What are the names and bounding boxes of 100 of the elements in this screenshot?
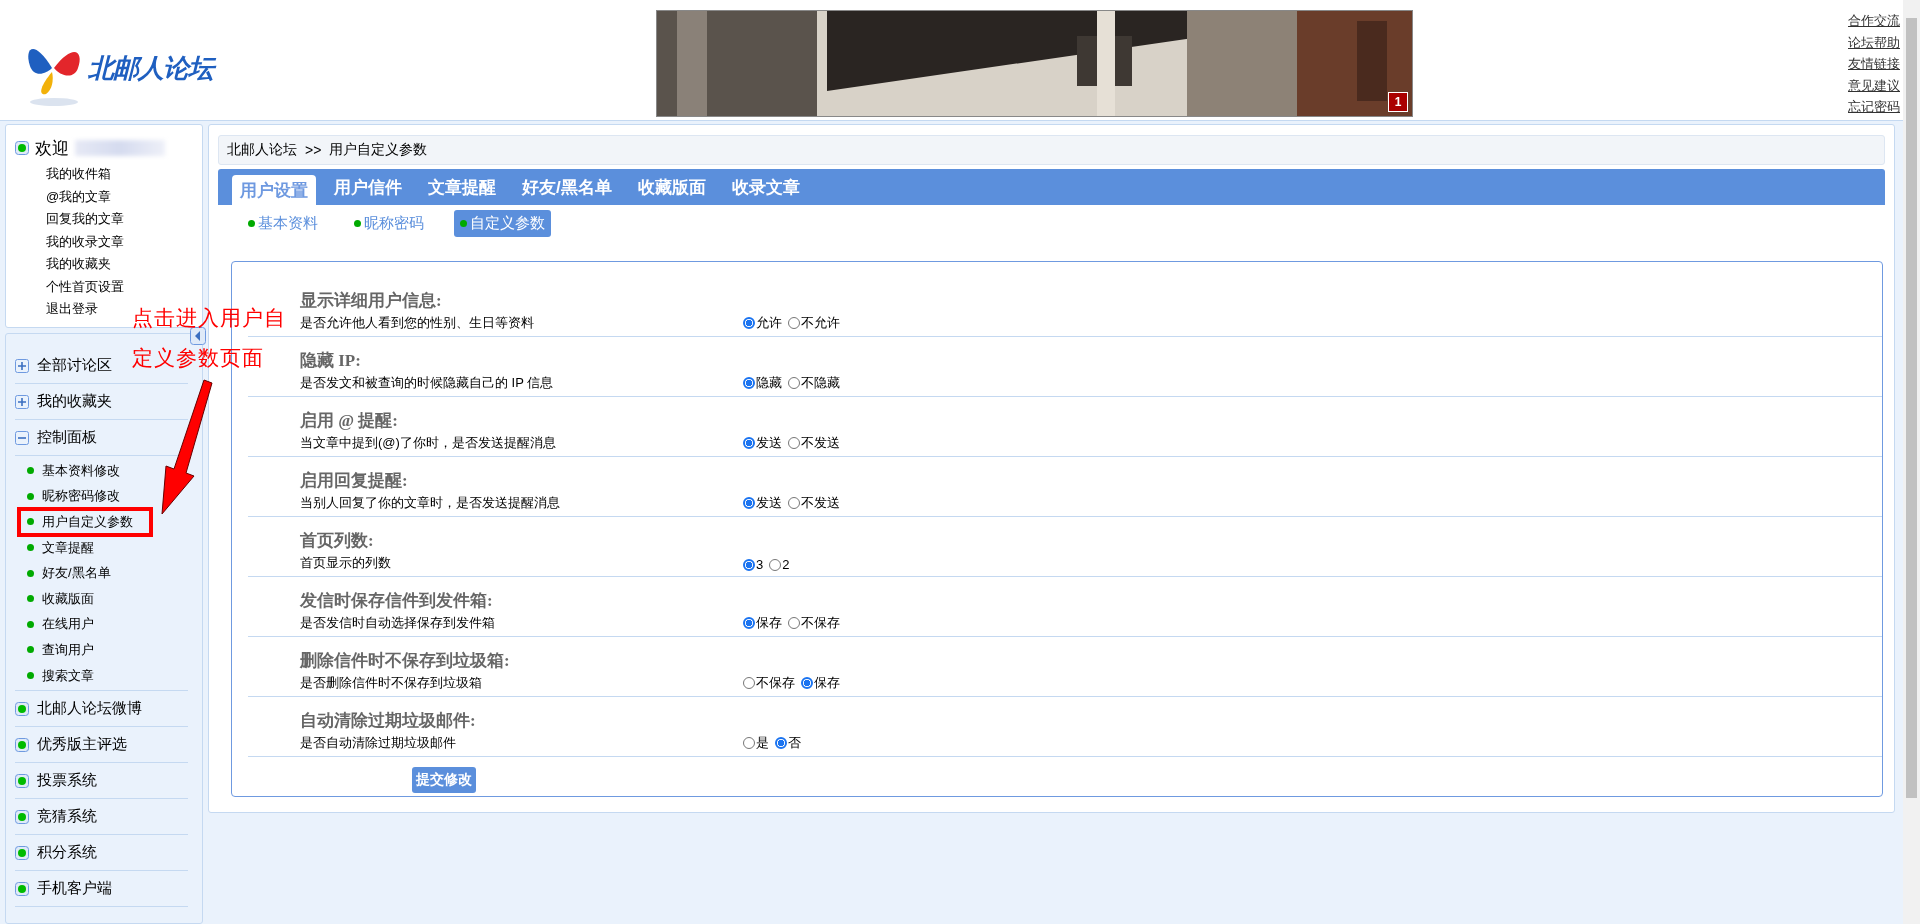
setting-description: 是否删除信件时不保存到垃圾箱: [300, 674, 483, 692]
header-link[interactable]: 论坛帮助: [1848, 31, 1900, 53]
welcome-link[interactable]: 退出登录: [46, 298, 98, 321]
radio-option[interactable]: 不发送: [788, 434, 840, 452]
setting-title: 自动清除过期垃圾邮件:: [300, 710, 477, 732]
sidebar-section[interactable]: 投票系统: [37, 771, 97, 791]
welcome-link[interactable]: 我的收件箱: [46, 163, 111, 186]
radio-option[interactable]: 否: [775, 734, 801, 752]
setting-title: 发信时保存信件到发件箱:: [300, 590, 494, 612]
header-link[interactable]: 忘记密码: [1848, 96, 1900, 118]
radio-icon[interactable]: [743, 317, 755, 329]
sidebar-section[interactable]: 北邮人论坛微博: [37, 699, 142, 719]
scrollbar[interactable]: [1903, 0, 1920, 924]
bullet-icon: [15, 773, 29, 788]
sidebar-item[interactable]: 昵称密码修改: [19, 483, 151, 510]
radio-option[interactable]: 保存: [801, 674, 840, 692]
sidebar-section[interactable]: 手机客户端: [37, 879, 112, 899]
bullet-icon: [27, 544, 34, 552]
bullet-icon: [27, 620, 34, 628]
header-link[interactable]: 友情链接: [1848, 53, 1900, 75]
radio-option[interactable]: 不隐藏: [788, 374, 840, 392]
radio-option[interactable]: 不保存: [788, 614, 840, 632]
bullet-icon: [15, 701, 29, 716]
setting-description: 是否允许他人看到您的性别、生日等资料: [300, 314, 535, 332]
sidebar-section[interactable]: 积分系统: [37, 843, 97, 863]
bullet-icon: [27, 492, 34, 500]
radio-icon[interactable]: [801, 677, 813, 689]
bullet-icon: [27, 595, 34, 603]
setting-title: 删除信件时不保存到垃圾箱:: [300, 650, 511, 672]
collapse-sidebar-icon[interactable]: [190, 327, 206, 345]
sidebar-item[interactable]: 在线用户: [19, 611, 151, 638]
setting-description: 当别人回复了你的文章时，是否发送提醒消息: [300, 494, 561, 512]
sidebar-section[interactable]: 控制面板: [37, 428, 97, 447]
sidebar-item[interactable]: 好友/黑名单: [19, 560, 151, 586]
radio-icon[interactable]: [743, 617, 755, 629]
radio-icon[interactable]: [788, 497, 800, 509]
welcome-link[interactable]: 我的收藏夹: [46, 253, 111, 276]
setting-description: 是否自动清除过期垃圾邮件: [300, 734, 457, 752]
sidebar-section[interactable]: 全部讨论区: [37, 356, 112, 375]
setting-description: 是否发文和被查询的时候隐藏自己的 IP 信息: [300, 374, 555, 392]
sidebar-item[interactable]: 用户自定义参数: [19, 509, 151, 535]
breadcrumb-separator: >>: [305, 142, 322, 158]
breadcrumb-current: 用户自定义参数: [329, 141, 428, 159]
radio-icon[interactable]: [788, 377, 800, 389]
setting-title: 隐藏 IP:: [300, 350, 362, 372]
bullet-icon: [27, 467, 34, 475]
setting-description: 当文章中提到(@)了你时，是否发送提醒消息: [300, 434, 557, 452]
header-link[interactable]: 合作交流: [1848, 10, 1900, 32]
sidebar-item[interactable]: 收藏版面: [19, 585, 151, 612]
radio-icon[interactable]: [743, 377, 755, 389]
bullet-icon: [27, 569, 34, 577]
header-link[interactable]: 意见建议: [1848, 74, 1900, 96]
sidebar-section[interactable]: 优秀版主评选: [37, 735, 127, 755]
radio-option[interactable]: 不允许: [788, 314, 840, 332]
bullet-icon: [15, 809, 29, 824]
setting-title: 启用 @ 提醒:: [300, 410, 399, 432]
radio-icon[interactable]: [788, 437, 800, 449]
radio-option[interactable]: 2: [769, 557, 790, 572]
radio-option[interactable]: 3: [743, 557, 764, 572]
radio-icon[interactable]: [743, 677, 755, 689]
bullet-icon: [15, 141, 29, 155]
setting-title: 首页列数:: [300, 530, 375, 552]
radio-icon[interactable]: [743, 437, 755, 449]
radio-icon[interactable]: [775, 737, 787, 749]
radio-icon[interactable]: [743, 497, 755, 509]
radio-icon[interactable]: [769, 558, 782, 571]
radio-icon[interactable]: [743, 558, 755, 571]
radio-icon[interactable]: [788, 317, 800, 329]
bullet-icon: [27, 672, 34, 680]
bullet-icon: [27, 646, 34, 654]
radio-icon[interactable]: [788, 617, 800, 629]
welcome-title: 欢迎: [35, 137, 69, 160]
sidebar-item[interactable]: 基本资料修改: [19, 458, 151, 484]
welcome-link[interactable]: 个性首页设置: [46, 275, 124, 298]
bullet-icon: [27, 518, 34, 526]
sidebar-item[interactable]: 文章提醒: [19, 534, 151, 561]
bullet-icon: [15, 881, 29, 896]
radio-option[interactable]: 是: [743, 734, 769, 752]
setting-title: 显示详细用户信息:: [300, 290, 443, 312]
radio-option[interactable]: 不保存: [743, 674, 795, 692]
banner-page-badge[interactable]: 1: [1388, 92, 1408, 112]
breadcrumb-link[interactable]: 北邮人论坛: [227, 141, 297, 159]
radio-option[interactable]: 保存: [743, 614, 782, 632]
sidebar-item[interactable]: 搜索文章: [19, 662, 151, 689]
bullet-icon: [15, 737, 29, 752]
radio-option[interactable]: 不发送: [788, 494, 840, 512]
radio-option[interactable]: 发送: [743, 434, 782, 452]
radio-option[interactable]: 允许: [743, 314, 782, 332]
radio-option[interactable]: 隐藏: [743, 374, 782, 392]
bullet-icon: [15, 845, 29, 860]
sidebar-section[interactable]: 竞猜系统: [37, 807, 97, 827]
sidebar-section[interactable]: 我的收藏夹: [37, 392, 112, 411]
sidebar-item[interactable]: 查询用户: [19, 637, 151, 663]
welcome-link[interactable]: 回复我的文章: [46, 208, 124, 231]
welcome-link[interactable]: 我的收录文章: [46, 230, 124, 253]
setting-description: 是否发信时自动选择保存到发件箱: [300, 614, 496, 632]
welcome-link[interactable]: @我的文章: [46, 185, 112, 208]
radio-icon[interactable]: [743, 737, 755, 749]
radio-option[interactable]: 发送: [743, 494, 782, 512]
setting-title: 启用回复提醒:: [300, 470, 409, 492]
